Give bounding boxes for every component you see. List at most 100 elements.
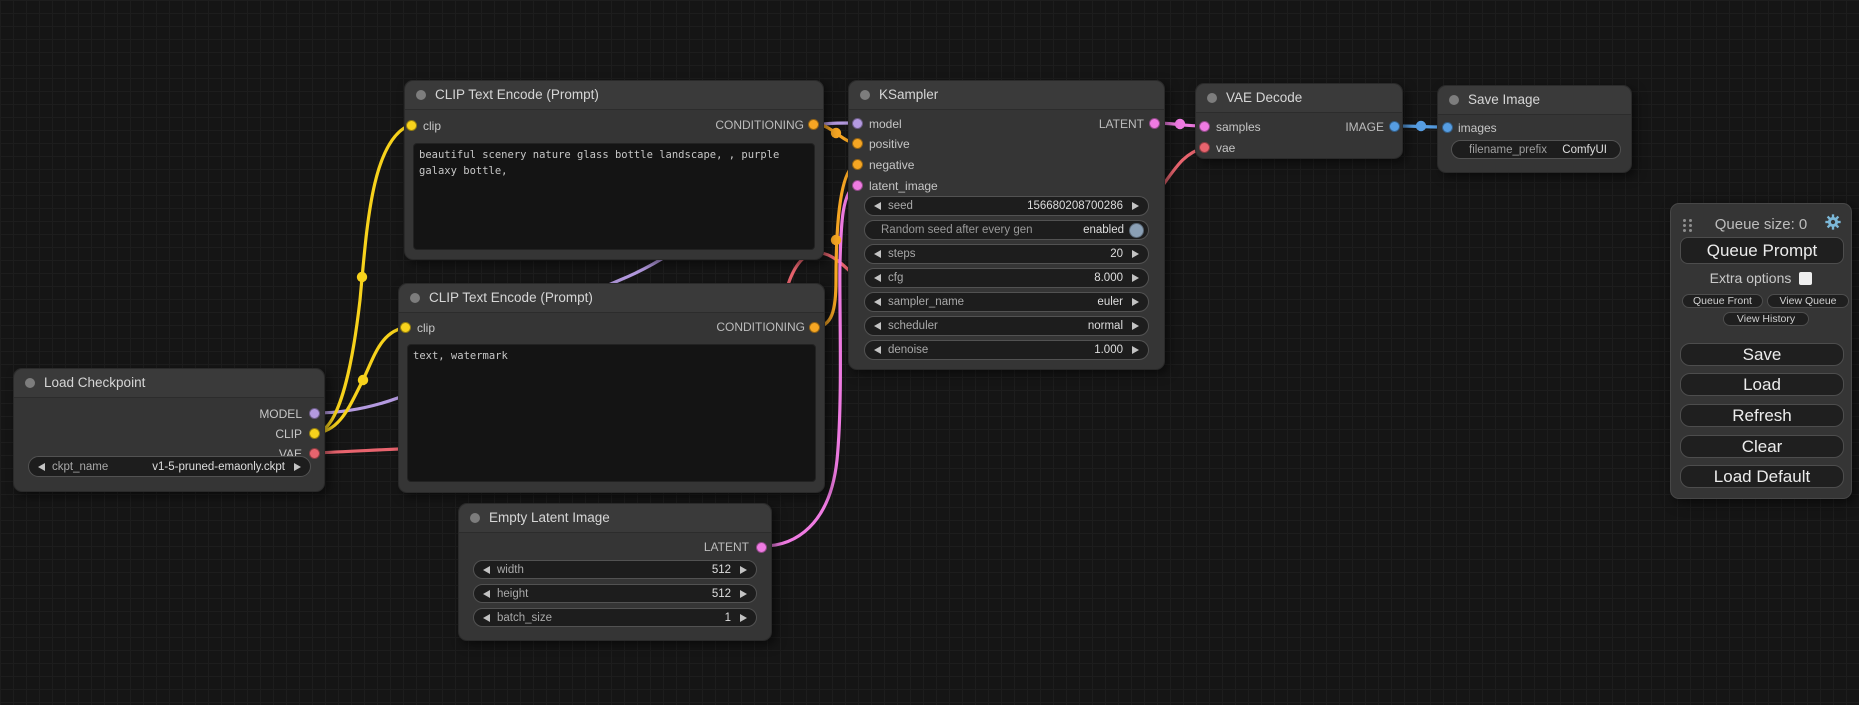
- node-title-bar[interactable]: VAE Decode: [1196, 84, 1402, 113]
- decrement-arrow-icon[interactable]: [483, 614, 490, 622]
- node-title: CLIP Text Encode (Prompt): [435, 87, 599, 102]
- height-widget[interactable]: height 512: [473, 584, 757, 603]
- output-port-latent[interactable]: [756, 542, 767, 553]
- decrement-arrow-icon[interactable]: [483, 590, 490, 598]
- output-port-conditioning[interactable]: [808, 119, 819, 130]
- widget-value: euler: [964, 296, 1123, 308]
- collapse-dot-icon[interactable]: [860, 90, 870, 100]
- queue-prompt-button[interactable]: Queue Prompt: [1680, 237, 1844, 264]
- decrement-arrow-icon[interactable]: [874, 250, 881, 258]
- view-history-button[interactable]: View History: [1723, 312, 1809, 326]
- refresh-button[interactable]: Refresh: [1680, 404, 1844, 427]
- output-port-vae[interactable]: [309, 448, 320, 459]
- input-port-vae[interactable]: [1199, 142, 1210, 153]
- increment-arrow-icon[interactable]: [1132, 250, 1139, 258]
- node-title-bar[interactable]: Load Checkpoint: [14, 369, 324, 398]
- decrement-arrow-icon[interactable]: [874, 346, 881, 354]
- widget-value: 1.000: [928, 344, 1123, 356]
- input-port-negative[interactable]: [852, 159, 863, 170]
- widget-value: enabled: [1033, 224, 1124, 236]
- view-queue-button[interactable]: View Queue: [1767, 294, 1849, 308]
- input-port-images[interactable]: [1442, 122, 1453, 133]
- node-ksampler[interactable]: KSampler model positive negative latent_…: [848, 80, 1165, 370]
- node-title-bar[interactable]: CLIP Text Encode (Prompt): [405, 81, 823, 110]
- input-port-clip[interactable]: [400, 322, 411, 333]
- save-button[interactable]: Save: [1680, 343, 1844, 366]
- denoise-widget[interactable]: denoise 1.000: [864, 340, 1149, 360]
- random-seed-toggle-widget[interactable]: Random seed after every gen enabled: [864, 220, 1149, 240]
- increment-arrow-icon[interactable]: [1132, 274, 1139, 282]
- collapse-dot-icon[interactable]: [416, 90, 426, 100]
- input-port-samples[interactable]: [1199, 121, 1210, 132]
- width-widget[interactable]: width 512: [473, 560, 757, 579]
- node-title-bar[interactable]: KSampler: [849, 81, 1164, 110]
- toggle-circle-icon[interactable]: [1129, 223, 1144, 238]
- widget-value: 156680208700286: [913, 200, 1123, 212]
- node-clip-text-encode-negative[interactable]: CLIP Text Encode (Prompt) clip CONDITION…: [398, 283, 825, 493]
- input-port-latent-image[interactable]: [852, 180, 863, 191]
- ckpt-name-widget[interactable]: ckpt_name v1-5-pruned-emaonly.ckpt: [28, 456, 311, 477]
- increment-arrow-icon[interactable]: [294, 463, 301, 471]
- batch-size-widget[interactable]: batch_size 1: [473, 608, 757, 627]
- input-label-positive: positive: [869, 136, 910, 152]
- output-port-model[interactable]: [309, 408, 320, 419]
- comfy-menu-panel[interactable]: Queue size: 0 Queue Prompt Extra options…: [1670, 203, 1852, 499]
- negative-prompt-textarea[interactable]: text, watermark: [407, 344, 816, 482]
- queue-front-button[interactable]: Queue Front: [1682, 294, 1763, 308]
- scheduler-widget[interactable]: scheduler normal: [864, 316, 1149, 336]
- decrement-arrow-icon[interactable]: [38, 463, 45, 471]
- node-title: CLIP Text Encode (Prompt): [429, 290, 593, 305]
- increment-arrow-icon[interactable]: [1132, 298, 1139, 306]
- collapse-dot-icon[interactable]: [1207, 93, 1217, 103]
- increment-arrow-icon[interactable]: [1132, 322, 1139, 330]
- widget-value: 1: [552, 612, 731, 624]
- seed-widget[interactable]: seed 156680208700286: [864, 196, 1149, 216]
- decrement-arrow-icon[interactable]: [483, 566, 490, 574]
- positive-prompt-textarea[interactable]: beautiful scenery nature glass bottle la…: [413, 143, 815, 250]
- decrement-arrow-icon[interactable]: [874, 322, 881, 330]
- extra-options-checkbox[interactable]: [1799, 272, 1812, 285]
- node-title-bar[interactable]: Empty Latent Image: [459, 504, 771, 533]
- decrement-arrow-icon[interactable]: [874, 298, 881, 306]
- increment-arrow-icon[interactable]: [740, 566, 747, 574]
- node-title: KSampler: [879, 87, 938, 102]
- sampler-name-widget[interactable]: sampler_name euler: [864, 292, 1149, 312]
- increment-arrow-icon[interactable]: [740, 590, 747, 598]
- steps-widget[interactable]: steps 20: [864, 244, 1149, 264]
- widget-value: ComfyUI: [1547, 144, 1607, 156]
- widget-value: 512: [528, 588, 731, 600]
- decrement-arrow-icon[interactable]: [874, 202, 881, 210]
- node-empty-latent-image[interactable]: Empty Latent Image LATENT width 512 heig…: [458, 503, 772, 641]
- collapse-dot-icon[interactable]: [1449, 95, 1459, 105]
- node-load-checkpoint[interactable]: Load Checkpoint MODEL CLIP VAE ckpt_name…: [13, 368, 325, 492]
- input-port-model[interactable]: [852, 118, 863, 129]
- collapse-dot-icon[interactable]: [25, 378, 35, 388]
- increment-arrow-icon[interactable]: [740, 614, 747, 622]
- node-save-image[interactable]: Save Image images filename_prefix ComfyU…: [1437, 85, 1632, 173]
- extra-options-label: Extra options: [1710, 270, 1792, 286]
- increment-arrow-icon[interactable]: [1132, 202, 1139, 210]
- output-label-conditioning: CONDITIONING: [664, 117, 804, 133]
- node-title-bar[interactable]: CLIP Text Encode (Prompt): [399, 284, 824, 313]
- node-graph-canvas[interactable]: Load Checkpoint MODEL CLIP VAE ckpt_name…: [0, 0, 1859, 705]
- decrement-arrow-icon[interactable]: [874, 274, 881, 282]
- input-label-clip: clip: [423, 118, 441, 134]
- output-port-image[interactable]: [1389, 121, 1400, 132]
- output-port-latent[interactable]: [1149, 118, 1160, 129]
- clear-button[interactable]: Clear: [1680, 435, 1844, 458]
- input-port-positive[interactable]: [852, 138, 863, 149]
- settings-gear-icon[interactable]: [1824, 213, 1842, 231]
- node-clip-text-encode-positive[interactable]: CLIP Text Encode (Prompt) clip CONDITION…: [404, 80, 824, 260]
- cfg-widget[interactable]: cfg 8.000: [864, 268, 1149, 288]
- increment-arrow-icon[interactable]: [1132, 346, 1139, 354]
- node-title-bar[interactable]: Save Image: [1438, 86, 1631, 115]
- collapse-dot-icon[interactable]: [470, 513, 480, 523]
- collapse-dot-icon[interactable]: [410, 293, 420, 303]
- node-vae-decode[interactable]: VAE Decode samples vae IMAGE: [1195, 83, 1403, 159]
- filename-prefix-widget[interactable]: filename_prefix ComfyUI: [1451, 140, 1621, 159]
- output-port-clip[interactable]: [309, 428, 320, 439]
- output-port-conditioning[interactable]: [809, 322, 820, 333]
- input-port-clip[interactable]: [406, 120, 417, 131]
- load-button[interactable]: Load: [1680, 373, 1844, 396]
- load-default-button[interactable]: Load Default: [1680, 465, 1844, 488]
